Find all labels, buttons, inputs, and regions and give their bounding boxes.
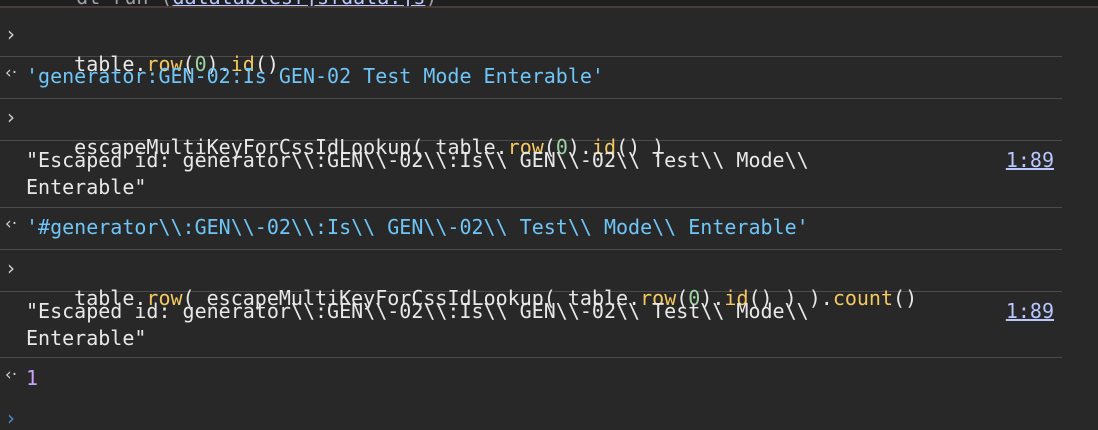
console-entry-log: "Escaped id: generator\\:GEN\\-02\\:Is\\… — [0, 141, 1062, 208]
console-prompt[interactable]: › — [0, 406, 1062, 430]
console-entry-log: "Escaped id: generator\\:GEN\\-02\\:Is\\… — [0, 292, 1062, 358]
result-arrow-icon: ‹· — [4, 63, 18, 83]
divider — [0, 6, 1098, 8]
console-entry-input: › table.row(0).id() — [0, 18, 1062, 76]
result-number[interactable]: 1 — [26, 364, 38, 392]
prompt-icon: › — [7, 406, 15, 430]
prompt-icon: › — [7, 256, 15, 280]
console-entry-result: ‹· 1 — [0, 358, 1062, 398]
result-text[interactable]: '#generator\\:GEN\\-02\\:Is\\ GEN\\-02\\… — [26, 213, 809, 241]
truncated-previous-line: dt run (datatablesfjsfdata.js) — [0, 0, 1098, 8]
result-text[interactable]: 'generator:GEN-02:Is GEN-02 Test Mode En… — [26, 62, 604, 90]
console-entry-input: › escapeMultiKeyForCssIdLookup( table.ro… — [0, 99, 1062, 159]
log-text-line-2[interactable]: Enterable" — [26, 173, 146, 201]
source-location-link[interactable]: 1:89 — [1006, 297, 1054, 325]
result-arrow-icon: ‹· — [4, 365, 18, 385]
log-text-line-1[interactable]: "Escaped id: generator\\:GEN\\-02\\:Is\\… — [26, 146, 809, 174]
prompt-icon: › — [7, 105, 15, 129]
console-entry-result: ‹· 'generator:GEN-02:Is GEN-02 Test Mode… — [0, 57, 1062, 99]
source-location-link[interactable]: 1:89 — [1006, 146, 1054, 174]
console-entry-input: › table.row( escapeMultiKeyForCssIdLooku… — [0, 250, 1062, 310]
prompt-icon: › — [7, 22, 15, 46]
log-text-line-2[interactable]: Enterable" — [26, 324, 146, 352]
log-text-line-1[interactable]: "Escaped id: generator\\:GEN\\-02\\:Is\\… — [26, 297, 809, 325]
result-arrow-icon: ‹· — [4, 214, 18, 234]
console-entry-result: ‹· '#generator\\:GEN\\-02\\:Is\\ GEN\\-0… — [0, 208, 1062, 250]
